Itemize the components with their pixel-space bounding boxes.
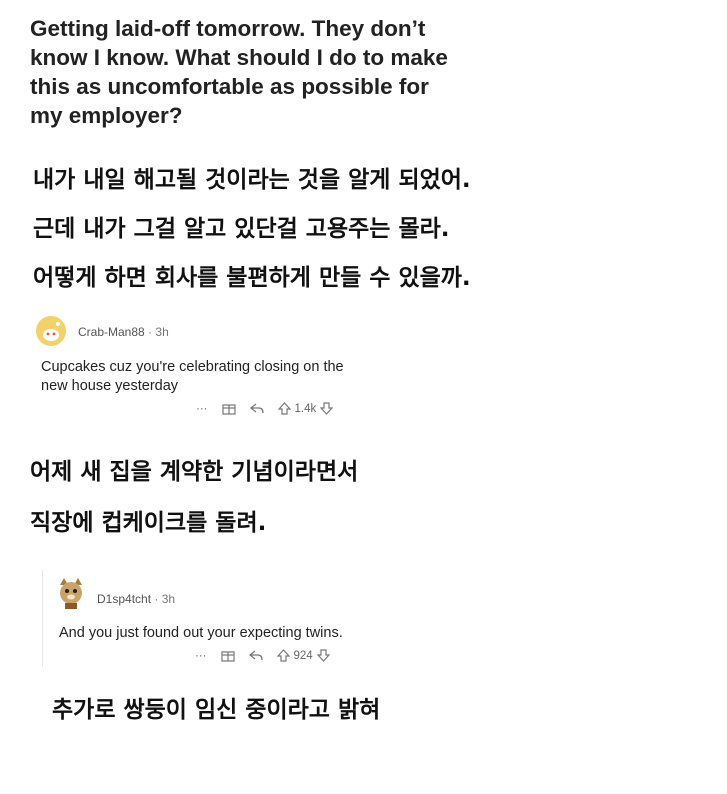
meta-separator: ·: [154, 592, 159, 606]
vote-group: 924: [276, 649, 330, 662]
more-icon[interactable]: ···: [196, 403, 208, 415]
upvote-icon[interactable]: [276, 649, 290, 662]
post-title-line: Getting laid-off tomorrow. They don’t: [30, 16, 426, 41]
translation-line: 직장에 컵케이크를 돌려.: [30, 510, 267, 536]
comment-text: Cupcakes cuz you're celebrating closing …: [41, 358, 344, 396]
downvote-icon[interactable]: [316, 649, 330, 662]
translation-line: 어제 새 집을 계약한 기념이라면서: [30, 459, 359, 485]
comment-text: And you just found out your expecting tw…: [59, 624, 343, 643]
gift-icon[interactable]: [221, 402, 236, 415]
translation-line: 내가 내일 해고될 것이라는 것을 알게 되었어.: [33, 167, 471, 193]
translation-line: 추가로 쌍둥이 임신 중이라고 밝혀: [52, 697, 381, 723]
avatar-snoo-icon[interactable]: [36, 316, 66, 346]
post-title-line: know I know. What should I do to make: [30, 45, 448, 70]
comment-actions: ··· 1.4k: [196, 402, 334, 415]
comment-text-line: Cupcakes cuz you're celebrating closing …: [41, 359, 344, 375]
more-icon[interactable]: ···: [195, 650, 207, 662]
vote-group: 1.4k: [277, 402, 334, 415]
comment-meta: Crab-Man88 · 3h: [78, 325, 169, 339]
post-title-line: this as uncomfortable as possible for: [30, 74, 429, 99]
gift-icon[interactable]: [220, 649, 235, 662]
translation-line: 어떻게 하면 회사를 불편하게 만들 수 있을까.: [33, 265, 471, 291]
downvote-icon[interactable]: [320, 402, 334, 415]
comment-actions: ··· 924: [195, 649, 330, 662]
comment-card: D1sp4tcht · 3h And you just found out yo…: [42, 570, 393, 666]
comment-age: 3h: [155, 325, 169, 339]
reply-icon[interactable]: [248, 649, 263, 662]
comment-age: 3h: [161, 592, 176, 606]
post-title-line: my employer?: [30, 103, 183, 128]
post-title: Getting laid-off tomorrow. They don’t kn…: [30, 14, 490, 130]
comment-meta: D1sp4tcht · 3h: [97, 592, 175, 606]
vote-count: 1.4k: [294, 402, 317, 415]
vote-count: 924: [293, 649, 313, 662]
comment-text-line: And you just found out your expecting tw…: [59, 625, 343, 641]
comment-text-line: new house yesterday: [41, 378, 179, 394]
meta-separator: ·: [148, 325, 153, 339]
comment-username[interactable]: Crab-Man88: [78, 325, 145, 339]
reply-icon[interactable]: [249, 402, 264, 415]
comment-card: Crab-Man88 · 3h Cupcakes cuz you're cele…: [30, 306, 400, 428]
comment-username[interactable]: D1sp4tcht: [97, 592, 151, 606]
avatar-cat-icon[interactable]: [55, 576, 87, 610]
upvote-icon[interactable]: [277, 402, 291, 415]
translation-line: 근데 내가 그걸 알고 있단걸 고용주는 몰라.: [33, 216, 450, 242]
